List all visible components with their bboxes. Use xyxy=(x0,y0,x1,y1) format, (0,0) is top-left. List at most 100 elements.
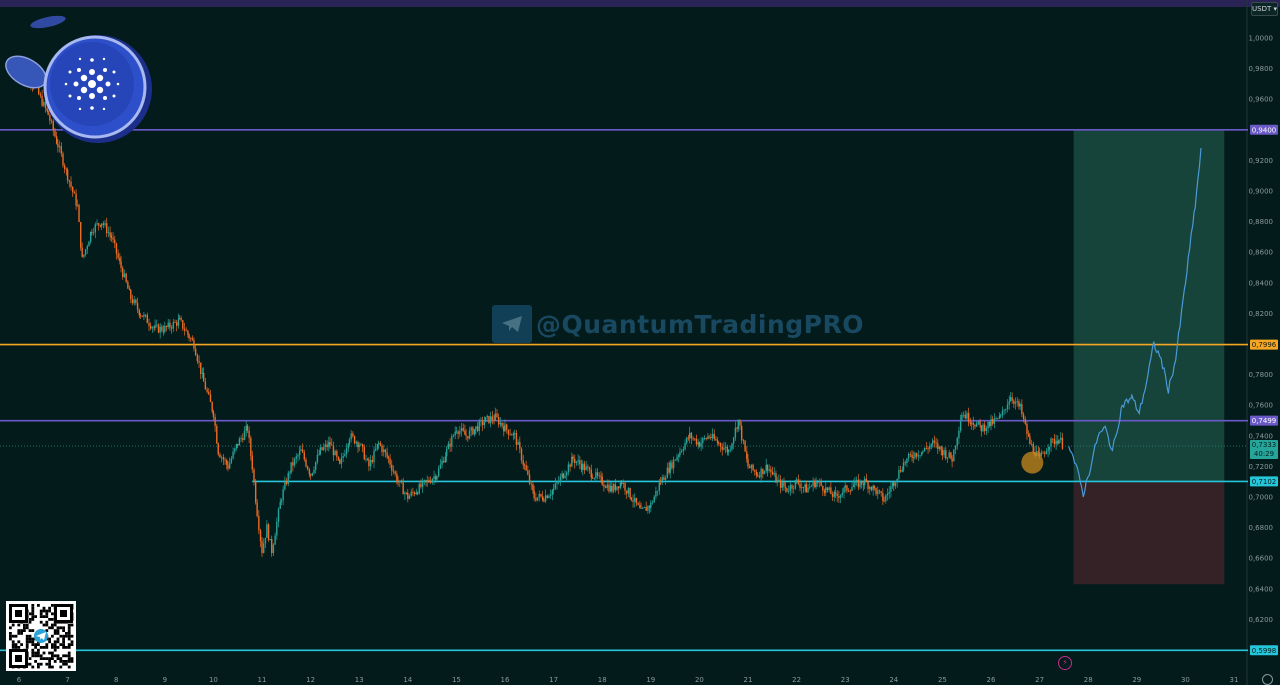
candle-body xyxy=(672,459,675,469)
candle-body xyxy=(164,326,166,332)
candle-body xyxy=(428,480,430,482)
date-tick-label: 6 xyxy=(17,676,22,684)
candle-body xyxy=(663,477,665,480)
candle-body xyxy=(642,507,644,509)
candle-body xyxy=(849,490,852,492)
candle-body xyxy=(196,355,199,362)
candle-body xyxy=(833,491,835,497)
candle-body xyxy=(861,480,863,485)
candle-body xyxy=(855,479,858,481)
candle-body xyxy=(473,429,476,435)
candle-body xyxy=(272,544,275,554)
price-tick-label: 0,8800 xyxy=(1249,218,1274,226)
candle-body xyxy=(180,317,182,321)
candle-body xyxy=(165,326,168,328)
candle-body xyxy=(435,476,437,480)
candle-body xyxy=(100,223,103,227)
currency-selector[interactable]: USDT ▾ xyxy=(1251,2,1278,16)
candle-body xyxy=(571,456,573,467)
countdown-timer: 40:29 xyxy=(1254,450,1274,458)
candle-body xyxy=(375,448,377,451)
level-price-label: 0,5998 xyxy=(1252,647,1277,655)
candle-body xyxy=(890,486,892,492)
candle-body xyxy=(789,485,791,491)
candle-body xyxy=(287,472,289,484)
candle-body xyxy=(319,447,322,454)
date-tick-label: 24 xyxy=(889,676,898,684)
date-tick-label: 20 xyxy=(695,676,704,684)
candle-body xyxy=(144,314,147,316)
level-price-label: 0,7996 xyxy=(1252,341,1277,349)
candle-body xyxy=(582,463,584,470)
candle-body xyxy=(727,450,730,453)
candle-body xyxy=(404,492,406,495)
candle-body xyxy=(267,524,270,541)
candle-body xyxy=(786,488,788,492)
candle-body xyxy=(429,481,432,483)
candle-body xyxy=(176,322,178,326)
candle-body xyxy=(363,447,366,460)
candle-body xyxy=(174,322,176,323)
lightning-marker-icon[interactable]: ⚡ xyxy=(1058,656,1072,670)
candle-body xyxy=(214,416,216,426)
candle-body xyxy=(676,456,678,461)
candle-body xyxy=(131,299,134,304)
candle-body xyxy=(695,438,698,445)
candle-body xyxy=(123,273,126,277)
candle-body xyxy=(682,449,685,451)
level-price-label: 0,7102 xyxy=(1252,478,1277,486)
stop-zone xyxy=(1073,481,1225,585)
candle-body xyxy=(746,451,748,459)
candle-body xyxy=(437,468,440,477)
candle-body xyxy=(308,469,311,475)
candle-body xyxy=(723,447,725,450)
candle-body xyxy=(243,430,246,440)
candle-body xyxy=(465,434,467,437)
candle-body xyxy=(514,432,516,434)
candle-body xyxy=(170,327,173,329)
candle-body xyxy=(72,186,74,193)
candle-body xyxy=(70,181,72,187)
candle-body xyxy=(309,474,312,476)
candle-body xyxy=(919,455,921,457)
candle-body xyxy=(907,454,910,459)
candle-body xyxy=(89,231,92,242)
candle-body xyxy=(220,457,223,459)
candle-body xyxy=(760,468,762,478)
candle-body xyxy=(929,445,931,449)
candle-body xyxy=(141,315,143,317)
candle-body xyxy=(588,467,591,470)
candle-body xyxy=(276,521,278,536)
candle-body xyxy=(405,492,408,494)
candle-body xyxy=(930,444,933,446)
candle-body xyxy=(517,442,519,445)
candle-body xyxy=(1060,437,1062,440)
candle-body xyxy=(943,450,945,456)
candle-body xyxy=(355,442,357,444)
price-tick-label: 0,8200 xyxy=(1249,310,1274,318)
candle-body xyxy=(130,290,132,300)
candle-body xyxy=(115,243,118,254)
candle-body xyxy=(1019,404,1021,407)
candle-body xyxy=(506,424,508,430)
candle-body xyxy=(1022,414,1025,419)
candle-body xyxy=(66,169,69,181)
candle-body xyxy=(135,299,137,304)
candle-body xyxy=(551,490,554,495)
candle-body xyxy=(732,437,735,444)
candle-body xyxy=(399,480,401,482)
candle-body xyxy=(834,491,837,494)
gear-icon[interactable] xyxy=(1262,674,1273,685)
candle-body xyxy=(634,497,636,502)
candle-body xyxy=(235,443,238,449)
candle-body xyxy=(413,492,416,495)
candle-body xyxy=(360,444,362,445)
candle-body xyxy=(601,476,603,485)
candle-body xyxy=(807,487,809,493)
candle-body xyxy=(847,490,850,492)
candle-body xyxy=(538,493,540,498)
level-price-label: 0,9400 xyxy=(1252,126,1277,134)
candle-body xyxy=(1040,452,1043,456)
candle-body xyxy=(839,494,842,498)
candle-body xyxy=(472,427,474,435)
